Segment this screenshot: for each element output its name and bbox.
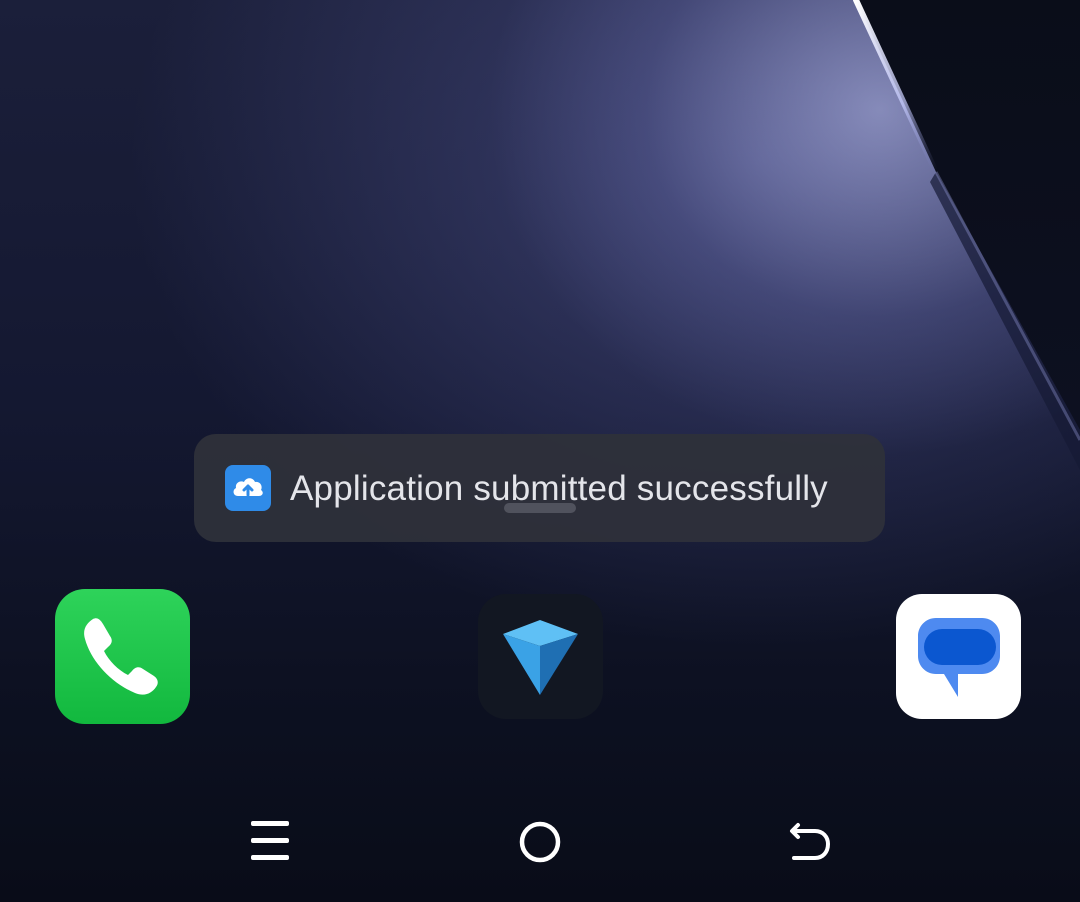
phone-app-icon[interactable]: [55, 589, 190, 724]
messages-app-icon[interactable]: [896, 594, 1021, 719]
menu-icon: [251, 821, 289, 860]
back-button[interactable]: [781, 812, 841, 872]
back-icon: [790, 823, 831, 860]
home-button[interactable]: [510, 812, 570, 872]
recent-apps-button[interactable]: [240, 812, 300, 872]
toast-drag-handle[interactable]: [504, 503, 576, 513]
home-circle-icon: [519, 821, 561, 863]
home-screen: Application submitted successfully: [0, 0, 1080, 902]
gem-app-icon[interactable]: [478, 594, 603, 719]
toast-notification: Application submitted successfully: [194, 434, 885, 542]
cloud-upload-icon: [225, 465, 271, 511]
